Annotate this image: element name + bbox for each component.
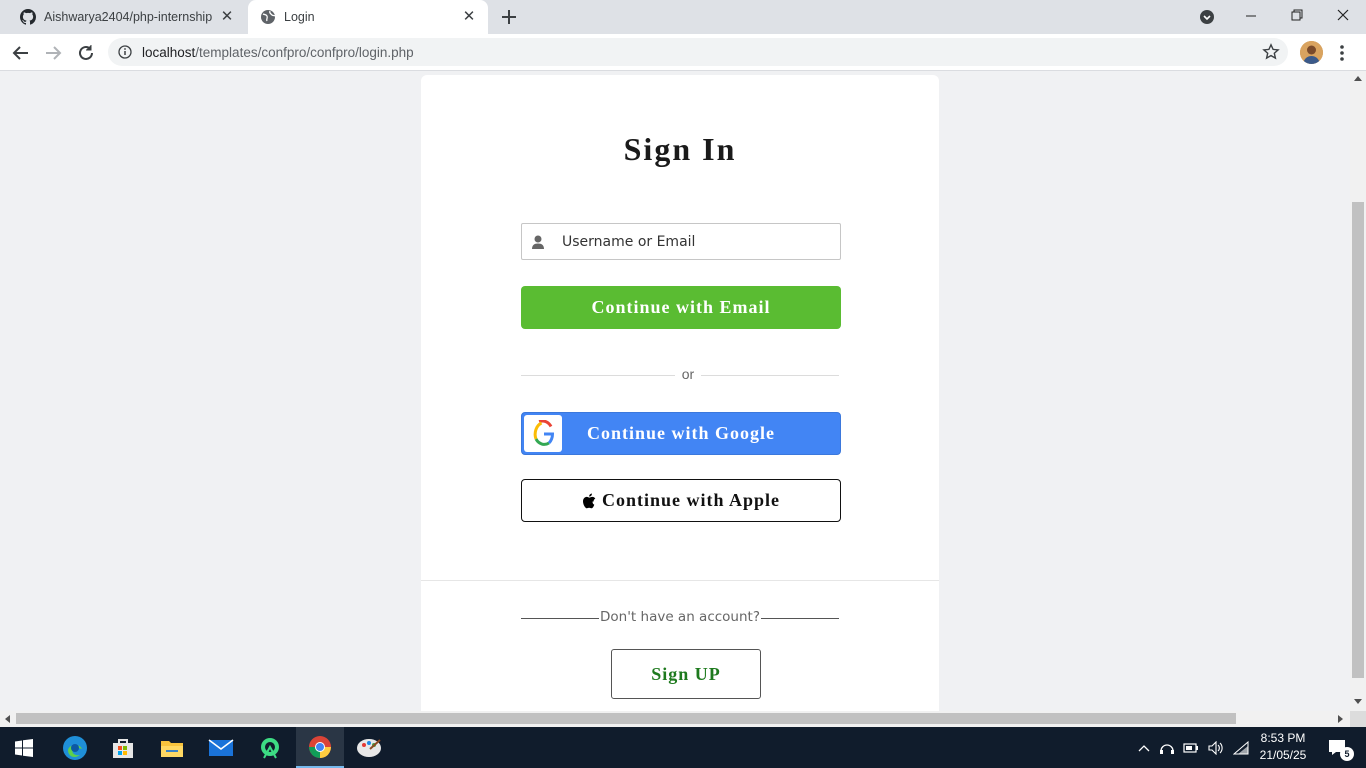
edge-icon [63, 735, 87, 760]
clock-time: 8:53 PM [1260, 731, 1306, 745]
new-tab-icon[interactable] [498, 6, 520, 28]
vertical-scroll-thumb[interactable] [1352, 202, 1364, 678]
scroll-right-arrow[interactable] [1338, 715, 1343, 723]
restore-icon[interactable] [1284, 4, 1310, 28]
profile-avatar[interactable] [1300, 41, 1323, 64]
windows-taskbar: 8:53 PM 21/05/25 5 [0, 727, 1366, 768]
battery-icon [1183, 742, 1198, 753]
tab-title: Login [284, 10, 315, 24]
page-title: Sign In [623, 131, 737, 167]
or-divider: or [521, 365, 839, 385]
taskbar-paint[interactable] [345, 727, 393, 768]
sign-up-button[interactable]: Sign UP [611, 649, 761, 699]
clock-date: 21/05/25 [1259, 748, 1307, 762]
url-host: localhost [142, 45, 196, 60]
apple-button-label: Continue with Apple [601, 490, 781, 510]
continue-with-google-button[interactable]: Continue with Google [521, 412, 841, 455]
tab-title: Aishwarya2404/php-internship [44, 10, 213, 24]
avatar-icon [1300, 41, 1323, 64]
username-field[interactable] [521, 223, 841, 260]
bookmark-star-icon[interactable] [1262, 43, 1280, 61]
scroll-left-arrow[interactable] [5, 715, 10, 723]
scroll-down-arrow[interactable] [1354, 699, 1362, 704]
globe-icon [261, 10, 276, 24]
paint-icon [357, 738, 381, 757]
notification-badge: 5 [1340, 747, 1354, 761]
taskbar-clock[interactable]: 8:53 PM 21/05/25 [1252, 730, 1314, 764]
taskbar-edge[interactable] [51, 727, 99, 768]
tab-github[interactable]: Aishwarya2404/php-internship ✕ [8, 0, 246, 34]
close-window-icon[interactable] [1330, 4, 1356, 28]
mail-icon [208, 738, 234, 756]
tray-headset[interactable] [1157, 727, 1177, 768]
close-tab-icon[interactable]: ✕ [218, 7, 236, 25]
divider-line [761, 618, 839, 619]
tab-search-icon[interactable] [1198, 8, 1216, 26]
github-icon [20, 9, 36, 25]
no-account-text: Don't have an account? [600, 609, 760, 625]
wifi-icon [1233, 740, 1249, 754]
divider-line [701, 375, 839, 376]
sign-up-label: Sign UP [651, 663, 721, 684]
continue-with-apple-button[interactable]: Continue with Apple [521, 479, 841, 522]
page-viewport: Sign In Continue with Email or Continue [0, 71, 1350, 711]
taskbar-file-explorer[interactable] [148, 727, 196, 768]
no-account-divider: Don't have an account? [521, 607, 839, 627]
back-icon[interactable] [10, 42, 32, 64]
taskbar-store[interactable] [99, 727, 147, 768]
google-button-label: Continue with Google [586, 423, 775, 443]
email-button-label: Continue with Email [591, 297, 771, 317]
scroll-up-arrow[interactable] [1354, 76, 1362, 81]
taskbar-mail[interactable] [197, 727, 245, 768]
action-center[interactable]: 5 [1318, 727, 1358, 768]
section-separator [421, 580, 939, 581]
windows-start-icon [15, 738, 33, 757]
android-studio-icon [261, 737, 279, 758]
address-bar[interactable]: localhost/templates/confpro/confpro/logi… [108, 38, 1288, 66]
start-button[interactable] [0, 727, 48, 768]
show-hidden-icons[interactable] [1134, 727, 1154, 768]
horizontal-scrollbar[interactable] [0, 711, 1350, 727]
file-explorer-icon [161, 740, 183, 757]
reload-icon[interactable] [75, 42, 97, 64]
info-icon[interactable] [118, 45, 132, 59]
browser-toolbar: localhost/templates/confpro/confpro/logi… [0, 34, 1366, 71]
chevron-up-icon [1138, 744, 1150, 751]
divider-text: or [681, 366, 695, 382]
tray-wifi[interactable] [1230, 727, 1252, 768]
google-logo-icon [524, 415, 562, 452]
chrome-icon [309, 735, 331, 758]
vertical-scrollbar[interactable] [1350, 71, 1366, 711]
minimize-icon[interactable] [1238, 4, 1264, 28]
username-input[interactable] [562, 224, 832, 259]
login-card: Sign In Continue with Email or Continue [421, 75, 939, 711]
tray-volume[interactable] [1205, 727, 1227, 768]
url-path: /templates/confpro/confpro/login.php [195, 45, 414, 60]
tab-strip: Aishwarya2404/php-internship ✕ Login ✕ [0, 0, 1366, 34]
url-text: localhost/templates/confpro/confpro/logi… [142, 45, 414, 60]
continue-with-email-button[interactable]: Continue with Email [521, 286, 841, 329]
tray-battery[interactable] [1180, 727, 1202, 768]
tab-login[interactable]: Login ✕ [248, 0, 488, 34]
taskbar-android-studio[interactable] [246, 727, 294, 768]
scrollbar-corner [1350, 711, 1366, 727]
forward-icon[interactable] [42, 42, 64, 64]
volume-icon [1208, 740, 1223, 755]
divider-line [521, 618, 599, 619]
user-icon [532, 235, 544, 249]
taskbar-chrome[interactable] [296, 727, 344, 768]
store-icon [113, 738, 133, 758]
headset-icon [1160, 743, 1174, 754]
close-tab-icon[interactable]: ✕ [460, 7, 478, 25]
apple-logo-icon [582, 493, 596, 508]
divider-line [521, 375, 675, 376]
more-menu-icon[interactable] [1338, 43, 1346, 63]
horizontal-scroll-thumb[interactable] [16, 713, 1236, 724]
